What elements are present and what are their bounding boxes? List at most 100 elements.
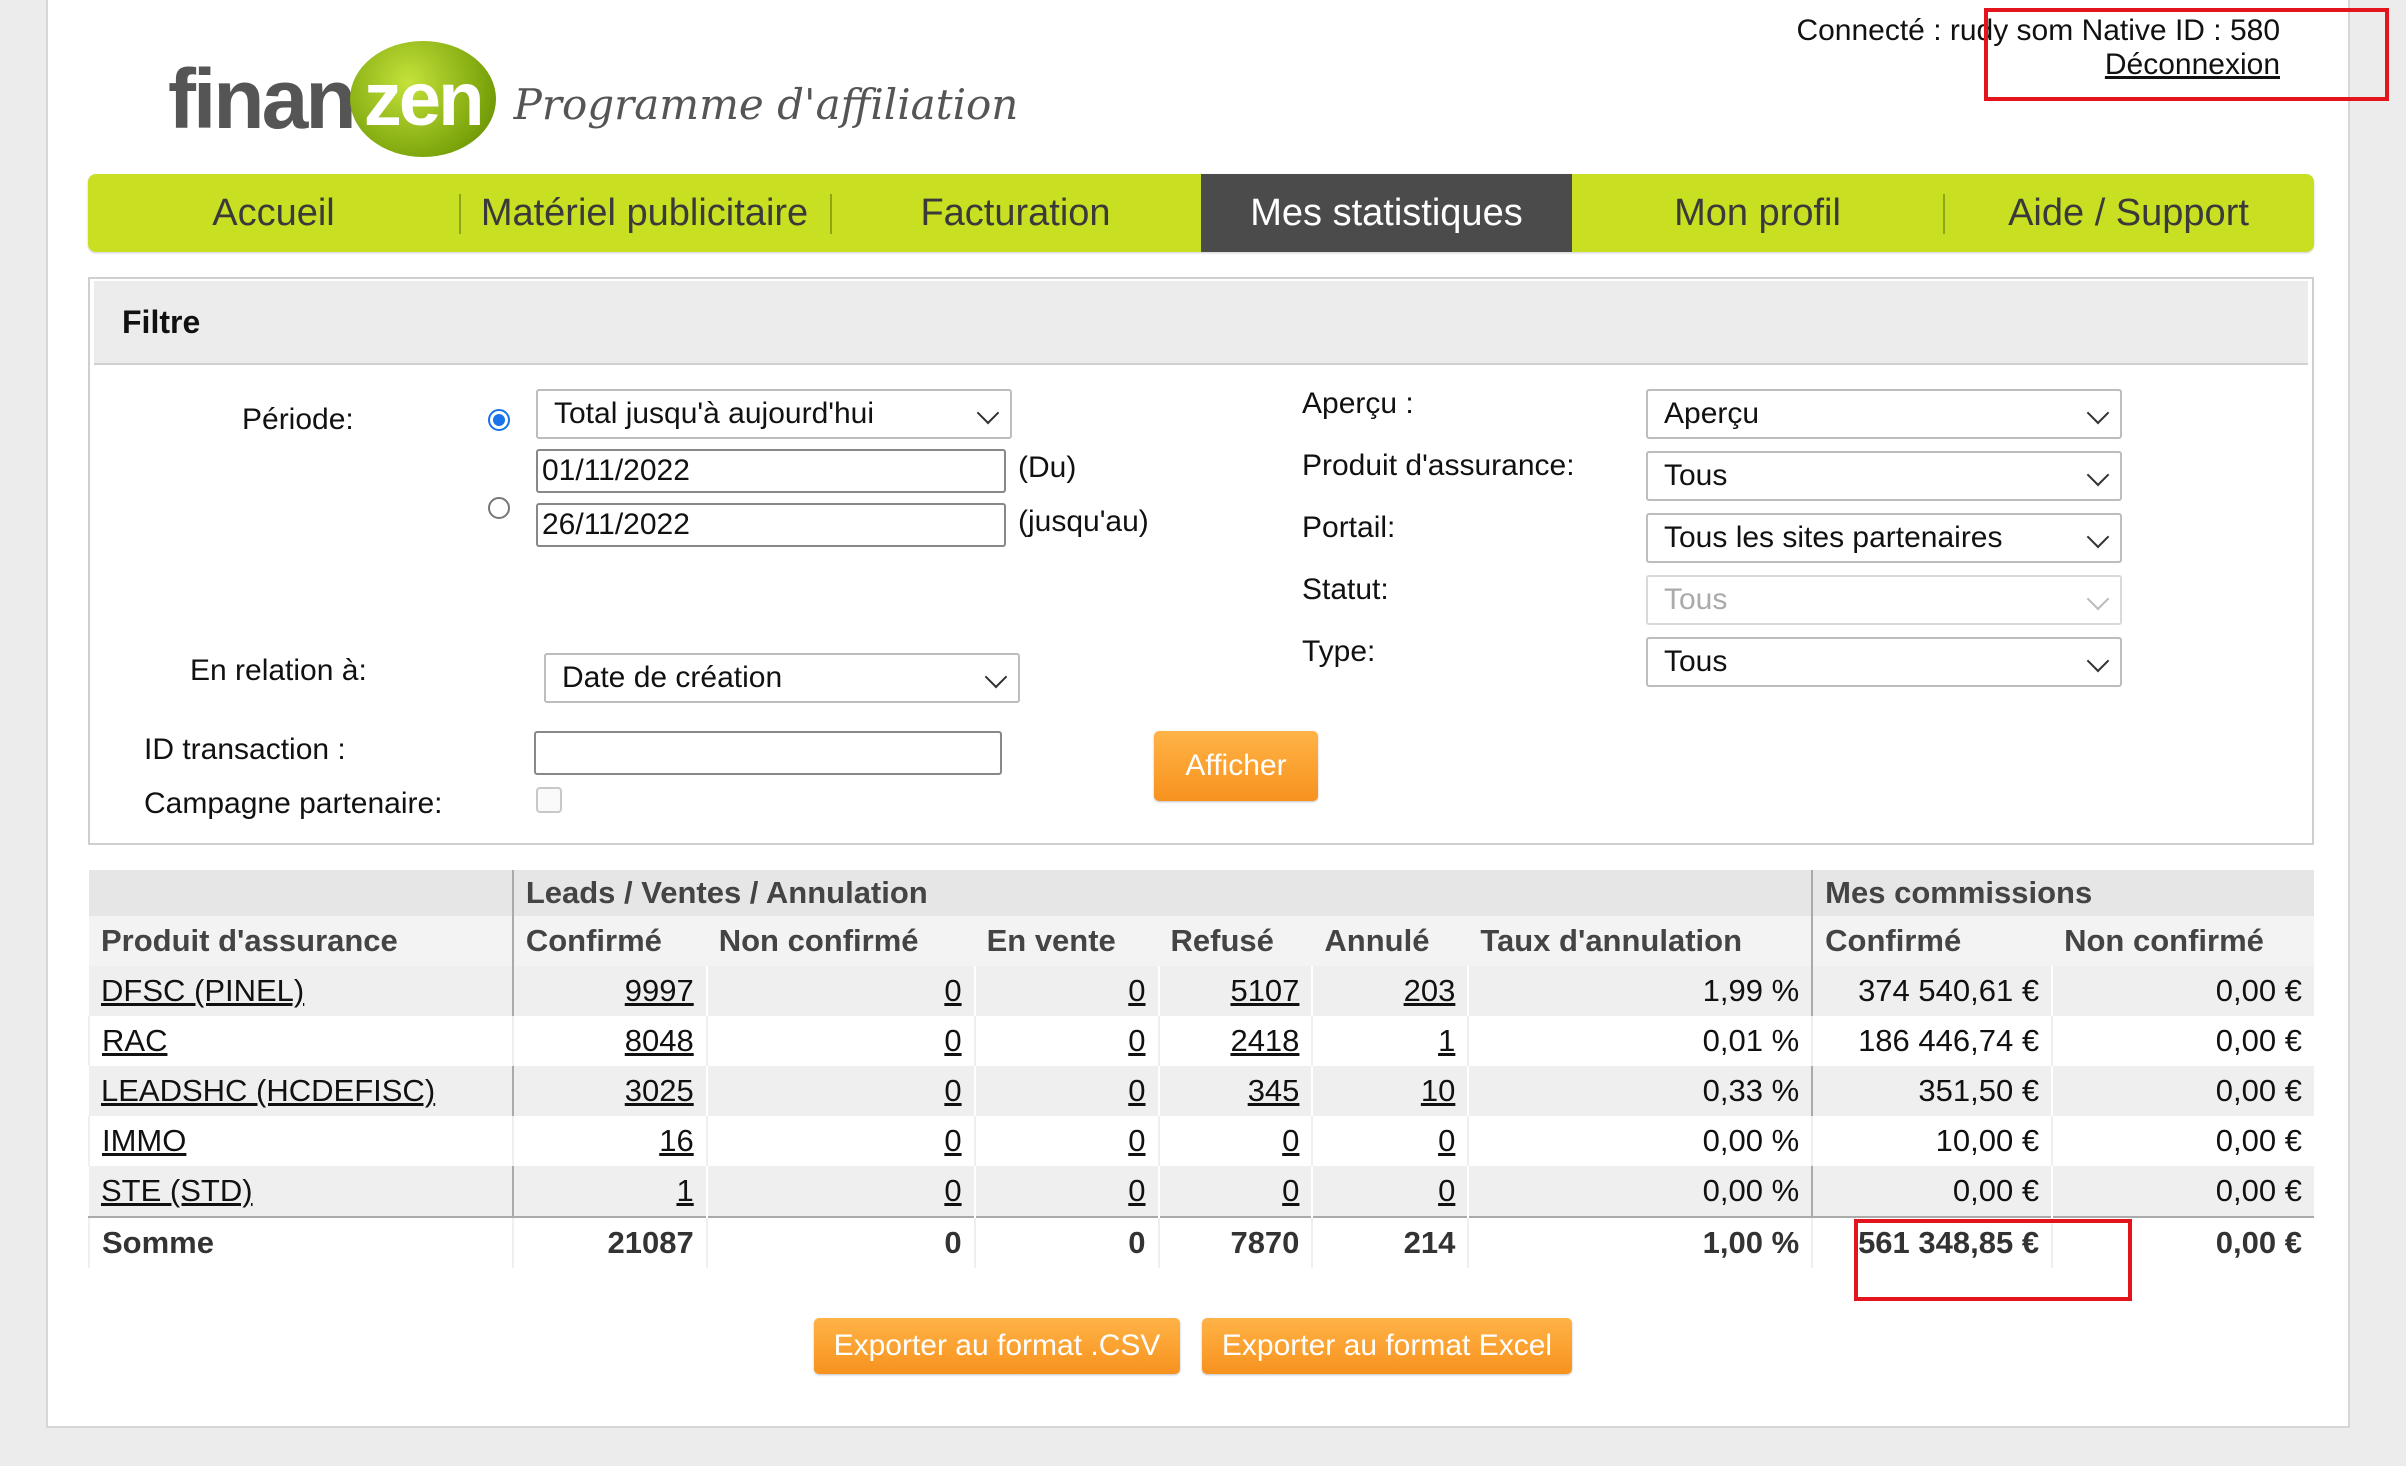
type-select-value: Tous <box>1664 645 1728 678</box>
statut-select-value: Tous <box>1664 583 1728 616</box>
relation-select-value: Date de création <box>562 661 783 694</box>
col-produit: Produit d'assurance <box>89 916 513 966</box>
non-confirme-link[interactable]: 0 <box>944 1173 961 1208</box>
annule-link[interactable]: 0 <box>1438 1173 1455 1208</box>
table-row: STE (STD) 1 0 0 0 0 0,00 % 0,00 € 0,00 € <box>89 1166 2314 1217</box>
periode-select[interactable]: Total jusqu'à aujourd'hui <box>536 389 1012 439</box>
date-to-suffix: (jusqu'au) <box>1018 505 1149 538</box>
refuse-link[interactable]: 0 <box>1282 1173 1299 1208</box>
statut-select: Tous <box>1646 575 2122 625</box>
type-select[interactable]: Tous <box>1646 637 2122 687</box>
comm-confirme-cell: 10,00 € <box>1811 1116 2053 1166</box>
apercu-select[interactable]: Aperçu <box>1646 389 2122 439</box>
relation-select[interactable]: Date de création <box>544 653 1020 703</box>
produit-link[interactable]: DFSC (PINEL) <box>101 973 304 1008</box>
annule-link[interactable]: 0 <box>1438 1123 1455 1158</box>
confirme-link[interactable]: 9997 <box>625 973 694 1008</box>
annule-link[interactable]: 10 <box>1421 1073 1455 1108</box>
sum-annule: 214 <box>1311 1216 1469 1268</box>
col-en-vente: En vente <box>974 916 1159 966</box>
periode-radio-total[interactable] <box>488 409 510 431</box>
produit-label: Produit d'assurance: <box>1302 449 1575 482</box>
sum-confirme: 21087 <box>511 1216 707 1268</box>
highlight-box-user <box>1984 8 2389 101</box>
col-refuse: Refusé <box>1158 916 1313 966</box>
campagne-label: Campagne partenaire: <box>144 787 443 820</box>
nav-facturation[interactable]: Facturation <box>830 174 1201 252</box>
confirme-link[interactable]: 16 <box>659 1123 693 1158</box>
periode-radio-dates[interactable] <box>488 497 510 519</box>
chevron-down-icon <box>2086 401 2110 425</box>
en-vente-link[interactable]: 0 <box>1128 973 1145 1008</box>
refuse-link[interactable]: 5107 <box>1230 973 1299 1008</box>
nav-mes-statistiques[interactable]: Mes statistiques <box>1201 174 1572 252</box>
en-vente-link[interactable]: 0 <box>1128 1173 1145 1208</box>
sum-en-vente: 0 <box>973 1216 1159 1268</box>
comm-confirme-cell: 0,00 € <box>1811 1166 2053 1217</box>
table-row: DFSC (PINEL) 9997 0 0 5107 203 1,99 % 37… <box>89 966 2314 1016</box>
en-vente-link[interactable]: 0 <box>1128 1123 1145 1158</box>
periode-select-value: Total jusqu'à aujourd'hui <box>554 397 875 430</box>
date-from-suffix: (Du) <box>1018 451 1077 484</box>
en-vente-link[interactable]: 0 <box>1128 1023 1145 1058</box>
annule-link[interactable]: 203 <box>1404 973 1456 1008</box>
stats-table: Leads / Ventes / Annulation Mes commissi… <box>88 870 2314 1268</box>
table-row: LEADSHC (HCDEFISC) 3025 0 0 345 10 0,33 … <box>89 1066 2314 1116</box>
statut-label: Statut: <box>1302 573 1389 606</box>
nav-accueil[interactable]: Accueil <box>88 174 459 252</box>
main-nav: Accueil Matériel publicitaire Facturatio… <box>88 174 2314 252</box>
refuse-link[interactable]: 345 <box>1248 1073 1300 1108</box>
refuse-link[interactable]: 2418 <box>1230 1023 1299 1058</box>
non-confirme-link[interactable]: 0 <box>944 1023 961 1058</box>
sum-non-confirme: 0 <box>705 1216 975 1268</box>
transaction-id-input[interactable] <box>534 731 1002 775</box>
produit-link[interactable]: IMMO <box>102 1123 186 1158</box>
en-vente-link[interactable]: 0 <box>1128 1073 1145 1108</box>
campagne-checkbox[interactable] <box>536 787 562 813</box>
produit-link[interactable]: STE (STD) <box>101 1173 253 1208</box>
comm-confirme-cell: 351,50 € <box>1811 1066 2053 1116</box>
table-row: IMMO 16 0 0 0 0 0,00 % 10,00 € 0,00 € <box>88 1116 2314 1166</box>
nav-materiel-publicitaire[interactable]: Matériel publicitaire <box>459 174 830 252</box>
apercu-label: Aperçu : <box>1302 387 1414 420</box>
portail-label: Portail: <box>1302 511 1396 544</box>
logo-zen-circle: zen <box>349 41 496 157</box>
produit-link[interactable]: RAC <box>102 1023 167 1058</box>
date-from-input[interactable]: 01/11/2022 <box>536 449 1006 493</box>
date-to-input[interactable]: 26/11/2022 <box>536 503 1006 547</box>
finanzen-logo[interactable]: finan zen Programme d'affiliation <box>168 34 1018 164</box>
col-annule: Annulé <box>1312 916 1469 966</box>
type-label: Type: <box>1302 635 1376 668</box>
export-csv-button[interactable]: Exporter au format .CSV <box>814 1318 1180 1374</box>
apercu-select-value: Aperçu <box>1664 397 1760 430</box>
non-confirme-link[interactable]: 0 <box>944 1123 961 1158</box>
confirme-link[interactable]: 8048 <box>625 1023 694 1058</box>
refuse-link[interactable]: 0 <box>1282 1123 1299 1158</box>
group-header-commissions: Mes commissions <box>1811 870 2314 916</box>
sum-refuse: 7870 <box>1157 1216 1313 1268</box>
nav-aide-support[interactable]: Aide / Support <box>1943 174 2314 252</box>
annule-link[interactable]: 1 <box>1438 1023 1455 1058</box>
non-confirme-link[interactable]: 0 <box>944 973 961 1008</box>
produit-select[interactable]: Tous <box>1646 451 2122 501</box>
relation-label: En relation à: <box>190 654 367 687</box>
filter-title: Filtre <box>94 281 2308 365</box>
chevron-down-icon <box>976 401 1000 425</box>
non-confirme-link[interactable]: 0 <box>944 1073 961 1108</box>
table-row: RAC 8048 0 0 2418 1 0,01 % 186 446,74 € … <box>88 1016 2314 1066</box>
comm-non-confirme-cell: 0,00 € <box>2051 966 2314 1016</box>
produit-select-value: Tous <box>1664 459 1728 492</box>
confirme-link[interactable]: 1 <box>676 1173 693 1208</box>
nav-mon-profil[interactable]: Mon profil <box>1572 174 1943 252</box>
group-header-empty <box>89 870 513 916</box>
col-non-confirme: Non confirmé <box>706 916 975 966</box>
sum-label: Somme <box>88 1216 513 1268</box>
portail-select-value: Tous les sites partenaires <box>1664 521 2003 554</box>
produit-link[interactable]: LEADSHC (HCDEFISC) <box>101 1073 435 1108</box>
logo-subtitle: Programme d'affiliation <box>513 79 1019 129</box>
export-excel-button[interactable]: Exporter au format Excel <box>1202 1318 1572 1374</box>
portail-select[interactable]: Tous les sites partenaires <box>1646 513 2122 563</box>
confirme-link[interactable]: 3025 <box>625 1073 694 1108</box>
afficher-button[interactable]: Afficher <box>1154 731 1318 801</box>
group-header-leads: Leads / Ventes / Annulation <box>511 870 1813 916</box>
